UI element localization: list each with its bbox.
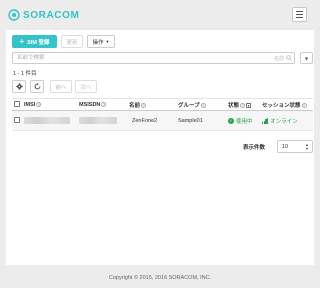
actions-label: 操作 <box>92 39 104 46</box>
per-page-value: 10 <box>282 143 289 150</box>
help-icon[interactable]: ? <box>200 102 206 108</box>
hamburger-icon <box>296 11 303 13</box>
column-msisdn[interactable]: MSISDN? <box>77 98 127 111</box>
caret-down-icon: ▼ <box>105 39 110 44</box>
column-group-label: グループ <box>178 102 200 109</box>
per-page-label: 表示件数 <box>243 145 266 151</box>
sim-status: 使用中 <box>236 118 253 125</box>
sim-group[interactable]: Sample01 <box>178 118 203 124</box>
select-all-checkbox[interactable] <box>14 101 20 108</box>
group-cell: Sample01 <box>176 110 226 131</box>
prev-page-button[interactable]: 前へ <box>50 80 72 93</box>
column-status[interactable]: 状態? ▼ <box>226 98 260 111</box>
hamburger-icon-bar <box>296 16 303 18</box>
row-checkbox[interactable] <box>14 117 20 124</box>
column-group[interactable]: グループ? <box>176 98 226 111</box>
help-icon[interactable]: ? <box>240 102 246 108</box>
per-page-select[interactable]: 10 ▲ ▼ <box>277 140 313 153</box>
column-name[interactable]: 名前? <box>127 98 176 111</box>
select-all-cell <box>12 98 22 111</box>
next-page-button[interactable]: 次へ <box>75 80 97 93</box>
column-msisdn-label: MSISDN <box>79 101 101 108</box>
help-icon[interactable]: ? <box>101 101 107 107</box>
next-page-label: 次へ <box>80 84 92 91</box>
hamburger-menu-button[interactable] <box>292 7 307 22</box>
help-icon[interactable]: ? <box>301 102 307 108</box>
table-header-row: IMSI? MSISDN? 名前? グループ? 状態? ▼ セッション状態? <box>12 98 313 111</box>
register-sim-button[interactable]: + SIM 登録 <box>12 35 57 48</box>
search-field-label: 名前 <box>273 55 284 62</box>
session-status: オンライン <box>270 118 298 125</box>
actions-dropdown-button[interactable]: 操作 ▼ <box>87 35 115 48</box>
refresh-button[interactable]: 更新 <box>61 35 83 48</box>
search-icon <box>286 55 292 61</box>
name-cell: ZenFone2 <box>127 110 176 131</box>
status-cell: ✓ 使用中 <box>226 110 260 131</box>
refresh-label: 更新 <box>66 39 78 46</box>
sim-table: IMSI? MSISDN? 名前? グループ? 状態? ▼ セッション状態? Ze… <box>12 98 313 131</box>
redacted-msisdn <box>79 117 117 124</box>
help-icon[interactable]: ? <box>36 101 42 107</box>
sim-name: ZenFone2 <box>132 117 158 124</box>
settings-button[interactable] <box>12 80 26 93</box>
signal-icon <box>262 118 269 125</box>
soracom-logo-icon <box>8 9 20 21</box>
column-imsi[interactable]: IMSI? <box>22 98 77 111</box>
hamburger-icon-bar <box>296 13 303 16</box>
help-icon[interactable]: ? <box>141 102 147 108</box>
prev-page-label: 前へ <box>55 84 67 91</box>
msisdn-cell <box>77 110 127 131</box>
column-name-label: 名前 <box>129 102 141 109</box>
footer-copyright: Copyright © 2015, 2016 SORACOM, INC. <box>108 275 212 281</box>
row-checkbox-cell <box>12 110 22 131</box>
column-session[interactable]: セッション状態? <box>260 98 313 111</box>
plus-icon: + <box>19 36 25 46</box>
search-box: 名前 <box>12 52 295 64</box>
redacted-imsi <box>24 117 70 124</box>
session-cell: オンライン <box>260 110 313 131</box>
result-count: 1 - 1 件目 <box>13 71 37 77</box>
column-imsi-label: IMSI <box>24 101 36 108</box>
signal-bar <box>267 118 269 125</box>
reload-button[interactable] <box>30 80 44 93</box>
select-arrows-icon: ▲ ▼ <box>305 142 309 151</box>
filter-icon[interactable]: ▼ <box>246 102 252 108</box>
table-row[interactable]: ZenFone2 Sample01 ✓ 使用中 オンライン <box>12 110 313 131</box>
main-panel: + SIM 登録 更新 操作 ▼ 名前 ▼ 1 - 1 件目 <box>6 30 314 265</box>
register-sim-label: SIM 登録 <box>27 39 50 46</box>
imsi-cell <box>22 110 77 131</box>
top-bar: SORACOM <box>0 0 320 30</box>
gear-icon <box>15 83 23 90</box>
column-session-label: セッション状態 <box>262 102 301 109</box>
soracom-logo[interactable]: SORACOM <box>8 8 79 22</box>
reload-icon <box>34 83 40 90</box>
search-field-selector[interactable]: 名前 <box>274 54 292 62</box>
caret-down-icon: ▼ <box>304 55 309 61</box>
search-input[interactable] <box>17 53 247 63</box>
logo-text: SORACOM <box>23 9 80 21</box>
column-status-label: 状態 <box>228 102 240 109</box>
search-options-dropdown[interactable]: ▼ <box>300 52 313 64</box>
check-circle-icon: ✓ <box>228 118 234 125</box>
